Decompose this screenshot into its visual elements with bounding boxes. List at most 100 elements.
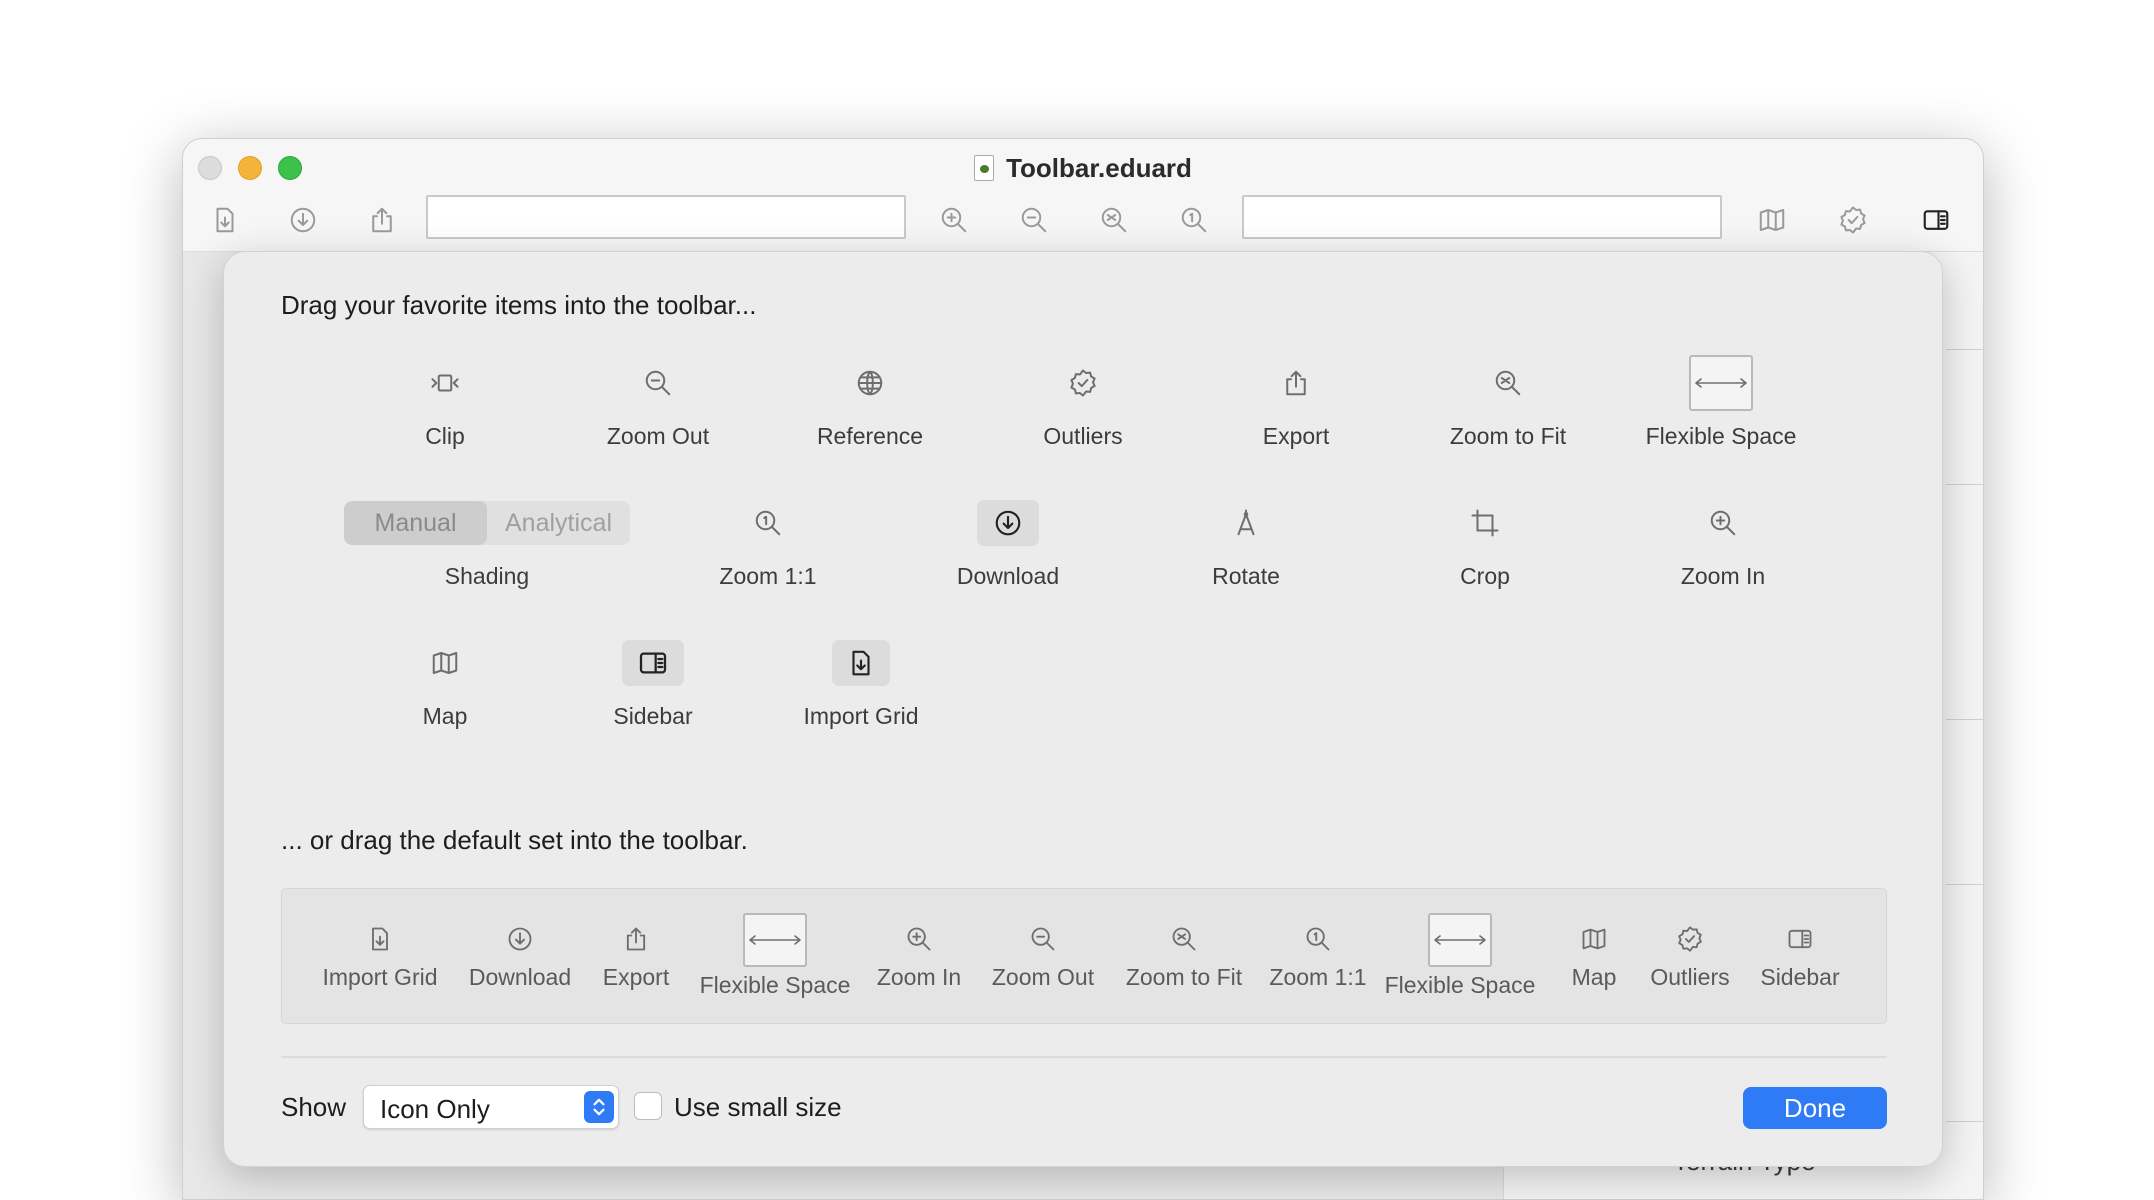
flexible-space-icon xyxy=(1689,355,1753,411)
globe-icon xyxy=(857,370,883,396)
zoom-1-1-icon xyxy=(1306,927,1330,951)
panel-divider xyxy=(1946,349,1983,350)
download-icon xyxy=(508,927,532,951)
window-title-text: Toolbar.eduard xyxy=(1006,153,1192,183)
document-icon xyxy=(974,155,995,181)
palette-item-label: Map xyxy=(422,703,468,729)
title-bar: Toolbar.eduard xyxy=(183,139,1983,252)
divider xyxy=(281,1056,1887,1058)
sidebar-icon xyxy=(1788,929,1812,949)
palette-item-download[interactable]: Download xyxy=(908,492,1108,590)
zoom-1-1-icon xyxy=(755,510,781,536)
sidebar-icon xyxy=(1923,210,1949,230)
palette-item-label: Crop xyxy=(1460,563,1510,589)
default-set-heading: ... or drag the default set into the too… xyxy=(281,825,748,855)
default-item-sidebar: Sidebar xyxy=(1700,919,1900,991)
shading-option-analytical[interactable]: Analytical xyxy=(487,501,630,545)
panel-divider xyxy=(1946,719,1983,720)
palette-item-label: Export xyxy=(1262,423,1330,449)
zoom-1-1-icon xyxy=(1181,207,1207,233)
palette-item-zoom-1-1[interactable]: Zoom 1:1 xyxy=(668,492,868,590)
palette-item-rotate[interactable]: Rotate xyxy=(1146,492,1346,590)
customize-toolbar-sheet: Drag your favorite items into the toolba… xyxy=(223,251,1943,1167)
default-toolbar-set[interactable]: Import Grid Download Export Flexible Spa… xyxy=(281,888,1887,1024)
palette-item-clip[interactable]: Clip xyxy=(345,352,545,450)
toolbar-download-button[interactable] xyxy=(282,199,324,241)
palette-item-outliers[interactable]: Outliers xyxy=(983,352,1183,450)
palette-item-label: Zoom 1:1 xyxy=(719,563,817,589)
flexible-space-icon xyxy=(743,913,807,967)
shading-option-manual[interactable]: Manual xyxy=(344,501,487,545)
toolbar-zoom-1-1-button[interactable] xyxy=(1173,199,1215,241)
toolbar-map-button[interactable] xyxy=(1751,199,1793,241)
export-icon xyxy=(1286,370,1306,396)
palette-item-export[interactable]: Export xyxy=(1196,352,1396,450)
rotate-icon xyxy=(1237,509,1255,536)
clip-icon xyxy=(431,374,459,392)
toolbar-flexible-space xyxy=(426,195,906,239)
palette-item-label: Sidebar xyxy=(613,703,693,729)
default-item-label: Sidebar xyxy=(1760,964,1840,990)
show-mode-value: Icon Only xyxy=(380,1094,490,1124)
favorites-heading: Drag your favorite items into the toolba… xyxy=(281,290,757,320)
download-icon xyxy=(290,207,316,233)
export-icon xyxy=(372,207,392,233)
toolbar-import-grid-button[interactable] xyxy=(204,199,246,241)
export-icon xyxy=(626,927,646,951)
palette-item-flexible-space[interactable]: Flexible Space xyxy=(1621,352,1821,450)
palette-item-zoom-to-fit[interactable]: Zoom to Fit xyxy=(1408,352,1608,450)
toolbar-flexible-space xyxy=(1242,195,1722,239)
palette-item-label: Clip xyxy=(425,423,465,449)
toolbar-sidebar-button[interactable] xyxy=(1915,199,1957,241)
palette-item-label: Import Grid xyxy=(803,703,919,729)
use-small-size-checkbox[interactable] xyxy=(634,1092,662,1120)
zoom-to-fit-icon xyxy=(1101,207,1127,233)
palette-item-label: Reference xyxy=(816,423,924,449)
import-grid-icon xyxy=(216,207,234,233)
show-label: Show xyxy=(281,1092,347,1122)
window-title: Toolbar.eduard xyxy=(183,153,1983,184)
palette-item-label: Zoom In xyxy=(1680,563,1766,589)
toolbar-export-button[interactable] xyxy=(361,199,403,241)
outliers-icon xyxy=(1070,369,1096,397)
panel-divider xyxy=(1946,484,1983,485)
zoom-to-fit-icon xyxy=(1495,370,1521,396)
panel-divider xyxy=(1946,1121,1983,1122)
toolbar-zoom-to-fit-button[interactable] xyxy=(1093,199,1135,241)
done-button[interactable]: Done xyxy=(1743,1087,1887,1129)
palette-item-sidebar[interactable]: Sidebar xyxy=(553,632,753,730)
toolbar-zoom-in-button[interactable] xyxy=(933,199,975,241)
palette-item-label: Download xyxy=(956,563,1060,589)
palette-item-label: Shading xyxy=(444,563,530,589)
download-icon xyxy=(977,500,1039,546)
toolbar-outliers-button[interactable] xyxy=(1832,199,1874,241)
map-icon xyxy=(432,652,458,674)
palette-item-label: Rotate xyxy=(1212,563,1280,589)
shading-segmented-control[interactable]: Manual Analytical xyxy=(344,501,630,545)
map-icon xyxy=(1759,209,1785,231)
palette-item-map[interactable]: Map xyxy=(345,632,545,730)
palette-item-zoom-in[interactable]: Zoom In xyxy=(1623,492,1823,590)
show-mode-select[interactable]: Icon Only xyxy=(363,1085,619,1129)
import-grid-icon xyxy=(372,927,388,951)
palette-item-label: Zoom Out xyxy=(606,423,710,449)
zoom-out-icon xyxy=(1031,927,1055,951)
flexible-space-icon xyxy=(1428,913,1492,967)
palette-item-label: Flexible Space xyxy=(1645,423,1797,449)
zoom-in-icon xyxy=(907,927,931,951)
palette-item-label: Zoom to Fit xyxy=(1449,423,1567,449)
crop-icon xyxy=(1471,509,1499,537)
palette-item-import-grid[interactable]: Import Grid xyxy=(761,632,961,730)
palette-item-shading[interactable]: Manual Analytical Shading xyxy=(327,492,647,590)
palette-item-reference[interactable]: Reference xyxy=(770,352,970,450)
palette-item-label: Outliers xyxy=(1043,423,1123,449)
palette-item-zoom-out[interactable]: Zoom Out xyxy=(558,352,758,450)
sidebar-icon xyxy=(622,640,684,686)
zoom-to-fit-icon xyxy=(1172,927,1196,951)
toolbar-zoom-out-button[interactable] xyxy=(1013,199,1055,241)
palette-item-crop[interactable]: Crop xyxy=(1385,492,1585,590)
chevron-up-down-icon xyxy=(584,1091,614,1123)
zoom-out-icon xyxy=(1021,207,1047,233)
outliers-icon xyxy=(1840,206,1866,234)
use-small-size-label[interactable]: Use small size xyxy=(674,1092,842,1123)
